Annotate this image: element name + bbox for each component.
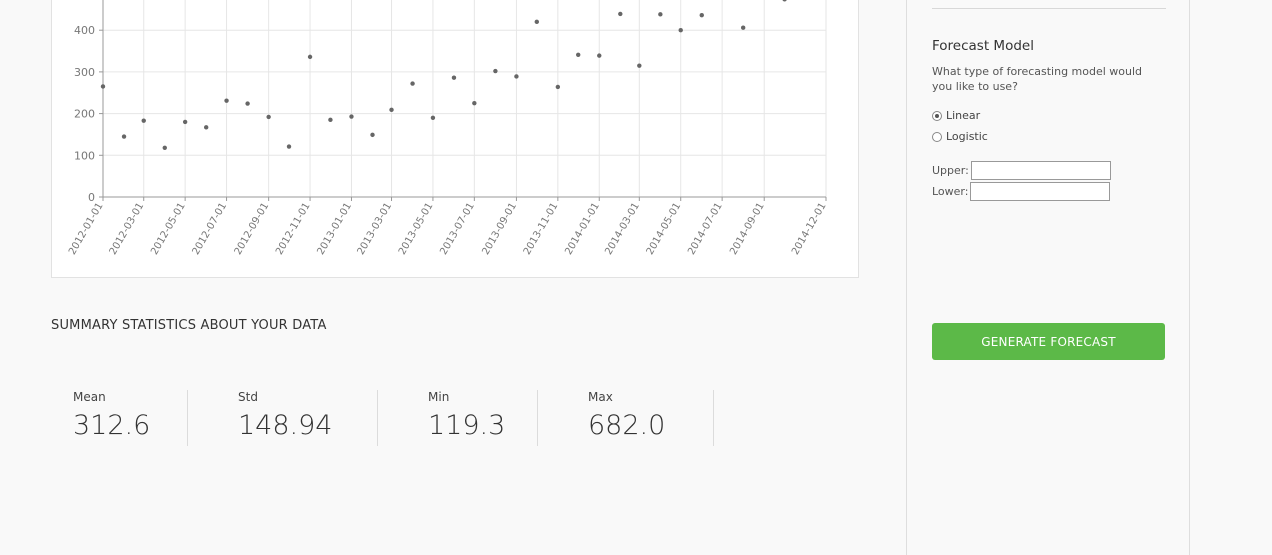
data-point: [740, 25, 746, 30]
stat-value: 119.3: [428, 410, 506, 441]
stat-value: 148.94: [238, 410, 333, 441]
x-tick-label: 2013-11-01: [522, 201, 561, 257]
stat-label: Mean: [73, 390, 106, 404]
data-point: [100, 84, 106, 89]
data-point: [555, 84, 561, 90]
data-point: [597, 53, 602, 58]
upper-label: Upper:: [932, 164, 969, 177]
radio-label: Linear: [946, 109, 981, 122]
chart-panel: 0 100 200 300 400 2012-01-01 2012-03-01 2012-0…: [51, 0, 859, 278]
data-point: [658, 12, 663, 17]
stat-min: Min 119.3: [428, 390, 505, 446]
data-point: [472, 100, 477, 106]
stat-max: Max 682.0: [588, 390, 665, 446]
data-point: [370, 132, 375, 138]
forecast-model-title: Forecast Model: [932, 38, 1034, 54]
upper-bound-row: Upper:: [932, 161, 1111, 180]
forecast-sidebar: Forecast Model What type of forecasting …: [906, 0, 1190, 555]
x-tick-label: 2014-09-01: [728, 201, 767, 257]
data-point: [576, 52, 581, 57]
data-point: [637, 63, 642, 68]
data-point: [182, 119, 188, 125]
lower-bound-row: Lower:: [932, 182, 1111, 201]
stat-divider: [537, 390, 538, 446]
x-tick-label: 2014-12-01: [790, 201, 829, 257]
y-tick-label: 100: [74, 149, 95, 162]
data-point: [451, 75, 457, 80]
data-point: [349, 114, 354, 119]
data-points: [100, 0, 787, 150]
x-tick-label: 2012-01-01: [67, 201, 106, 257]
radio-linear[interactable]: Linear: [932, 109, 980, 122]
divider: [932, 8, 1166, 9]
stat-label: Min: [428, 390, 450, 404]
x-tick-label: 2013-05-01: [397, 201, 436, 257]
data-point: [286, 144, 292, 149]
data-point: [493, 68, 498, 74]
data-point: [430, 115, 436, 120]
radio-label: Logistic: [946, 130, 988, 143]
x-tick-label: 2012-09-01: [233, 201, 272, 257]
y-axis-ticks: 0 100 200 300 400: [74, 24, 95, 204]
chart-grid: [102, 0, 827, 198]
x-tick-label: 2012-07-01: [191, 201, 230, 257]
stat-divider: [713, 390, 714, 446]
stat-value: 682.0: [588, 410, 666, 441]
x-tick-label: 2013-07-01: [438, 201, 477, 257]
x-tick-label: 2013-01-01: [315, 201, 354, 257]
stat-divider: [187, 390, 188, 446]
data-point: [514, 74, 519, 79]
radio-logistic[interactable]: Logistic: [932, 130, 988, 143]
stat-std: Std 148.94: [238, 390, 332, 446]
data-point: [162, 145, 167, 150]
y-tick-label: 0: [88, 191, 95, 204]
stat-label: Max: [588, 390, 613, 404]
forecast-model-question: What type of forecasting model would you…: [932, 65, 1143, 93]
radio-button-checked[interactable]: [932, 110, 942, 121]
x-tick-label: 2012-03-01: [108, 201, 147, 257]
data-point: [266, 114, 271, 120]
stat-divider: [377, 390, 378, 446]
data-point: [618, 11, 623, 17]
scatter-chart: 0100200300400 2012-01-01 2012-03-01 2012-0…: [67, 0, 829, 257]
x-tick-label: 2012-05-01: [149, 201, 188, 257]
data-point: [678, 27, 683, 33]
summary-title: SUMMARY STATISTICS ABOUT YOUR DATA: [51, 318, 327, 333]
data-point: [203, 125, 209, 130]
data-point: [534, 19, 539, 25]
x-tick-label: 2014-07-01: [686, 201, 725, 257]
x-tick-label: 2013-09-01: [480, 201, 519, 257]
data-point: [699, 12, 704, 18]
data-point: [224, 98, 229, 103]
x-tick-label: 2012-11-01: [274, 201, 313, 257]
lower-input[interactable]: [970, 182, 1111, 201]
lower-label: Lower:: [932, 185, 969, 198]
stat-value: 312.6: [73, 410, 151, 441]
x-tick-label: 2014-05-01: [645, 201, 684, 257]
upper-input[interactable]: [970, 161, 1111, 180]
data-point: [307, 54, 313, 60]
data-point: [245, 101, 250, 106]
radio-button[interactable]: [932, 131, 942, 142]
data-point: [782, 0, 787, 2]
data-point: [141, 118, 146, 123]
y-tick-label: 400: [74, 24, 95, 37]
data-point: [121, 134, 127, 139]
data-point: [389, 107, 394, 113]
x-tick-label: 2014-01-01: [563, 201, 602, 257]
generate-forecast-button[interactable]: GENERATE FORECAST: [932, 323, 1165, 360]
stat-mean: Mean 312.6: [73, 390, 150, 446]
y-tick-label: 300: [74, 66, 95, 79]
data-point: [410, 81, 415, 86]
x-tick-label: 2014-03-01: [603, 201, 642, 257]
y-tick-label: 200: [74, 108, 95, 121]
stat-label: Std: [238, 390, 258, 404]
data-point: [328, 117, 333, 123]
x-axis-ticks: 2012-01-01 2012-03-01 2012-05-01 2012-07-01…: [67, 201, 829, 257]
x-tick-label: 2013-03-01: [356, 201, 395, 257]
